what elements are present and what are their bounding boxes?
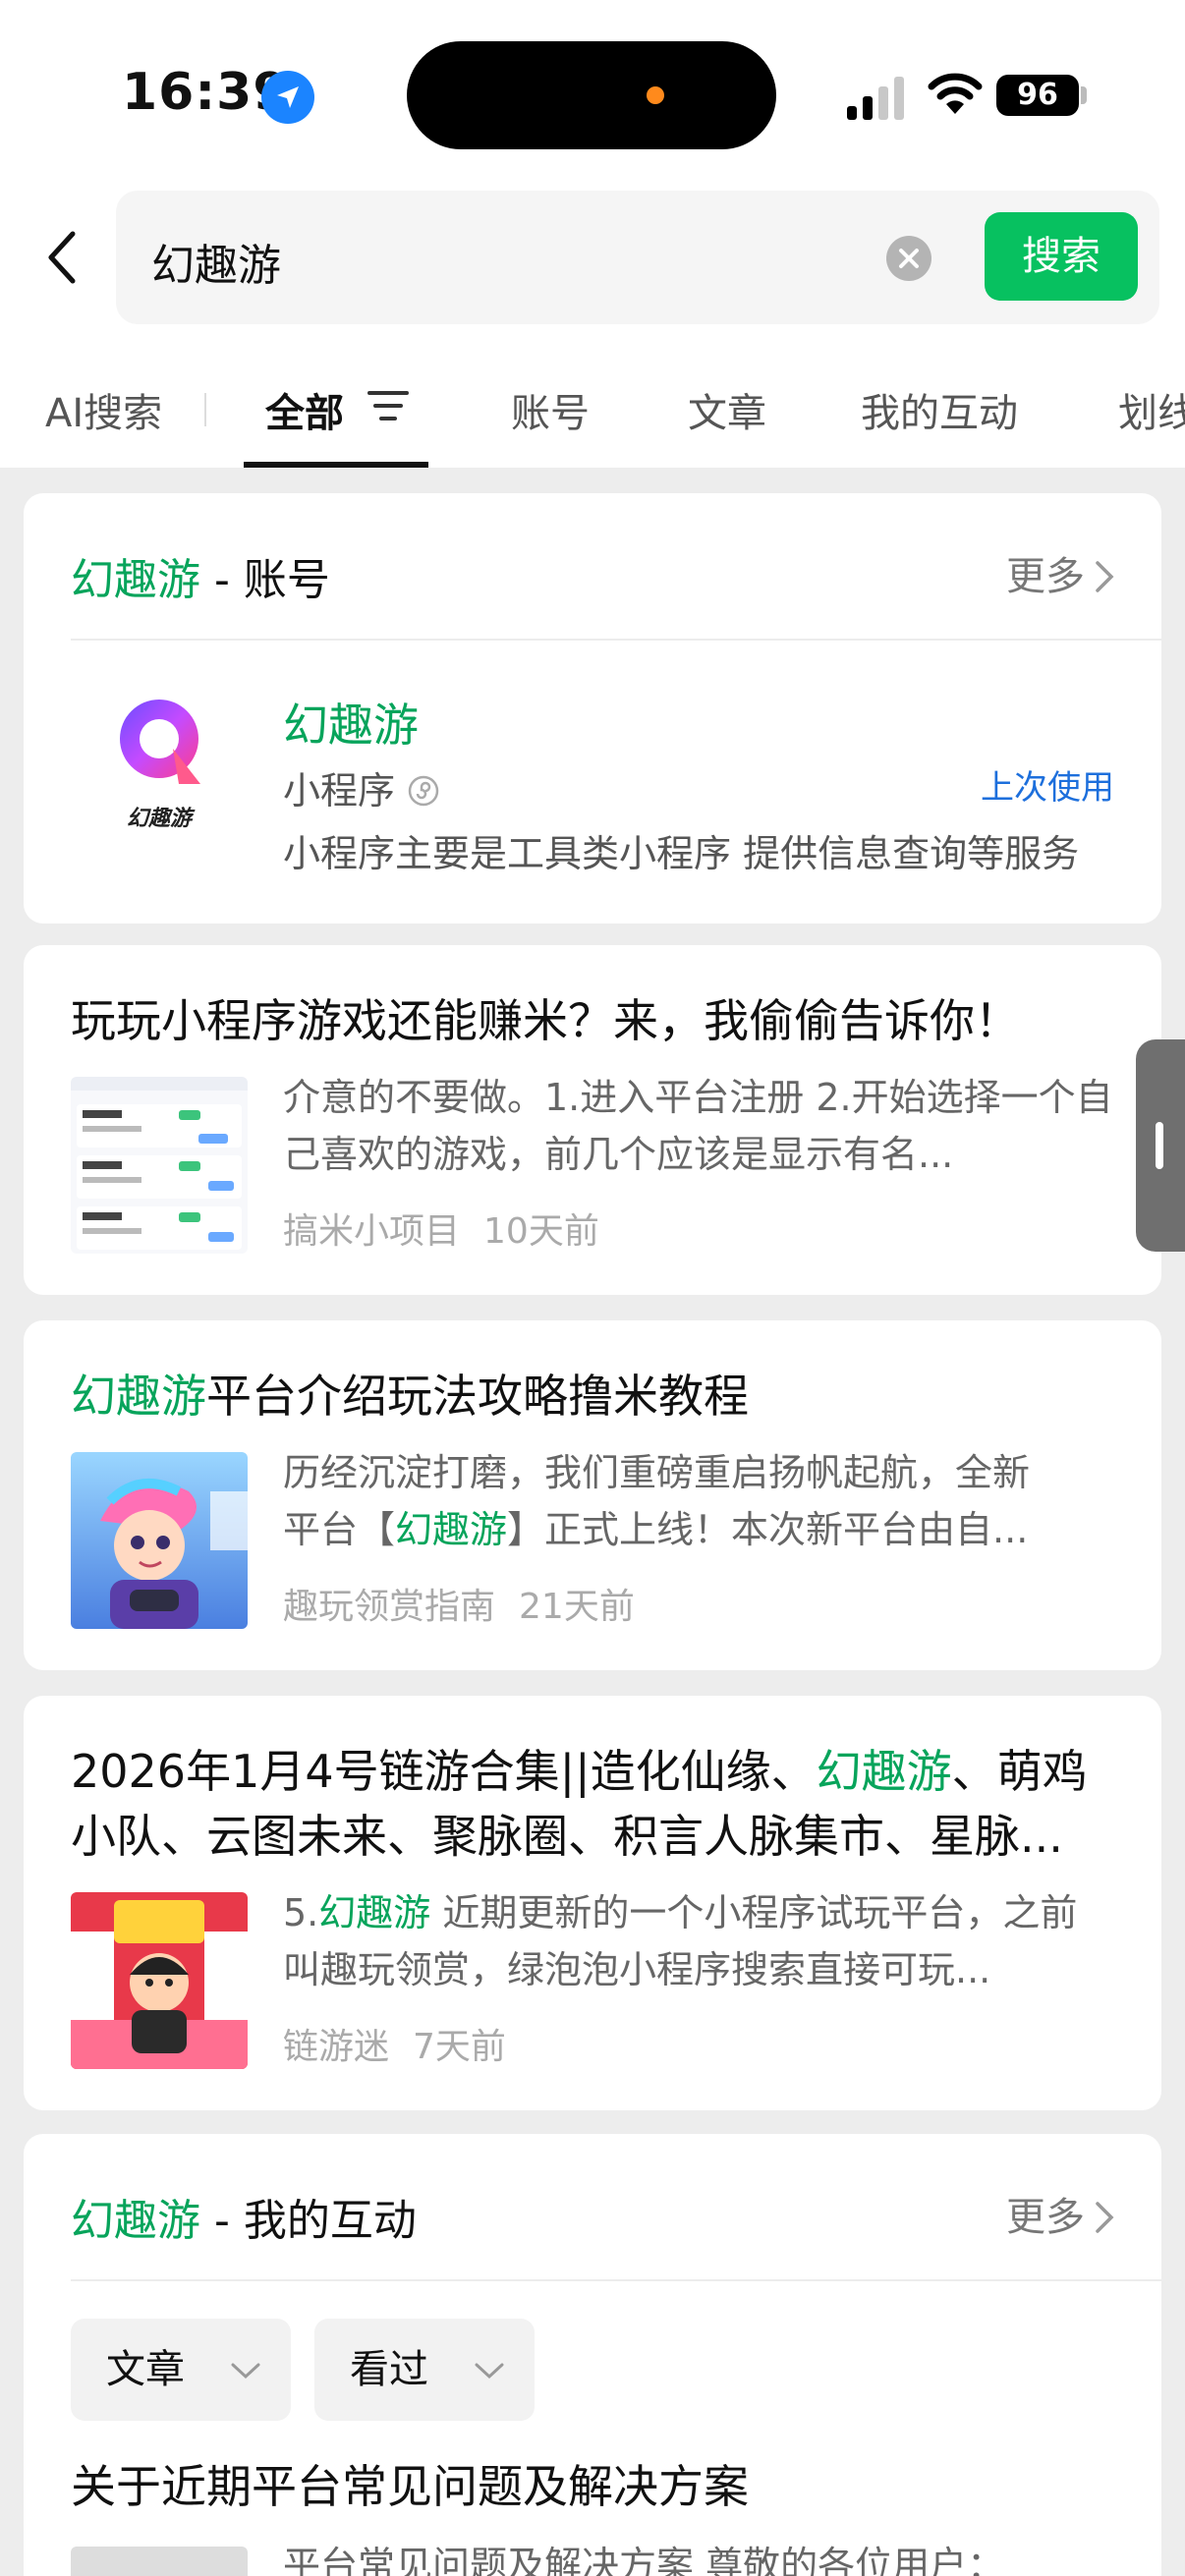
article-title: 2026年1月4号链游合集||造化仙缘、幻趣游、萌鸡小队、云图未来、聚脉圈、积言… bbox=[71, 1745, 1088, 1863]
chevron-right-icon bbox=[1096, 561, 1114, 592]
interaction-article-snippet: 平台常见问题及解决方案 尊敬的各位用户： bbox=[283, 2544, 1005, 2576]
article-card[interactable]: 2026年1月4号链游合集||造化仙缘、幻趣游、萌鸡小队、云图未来、聚脉圈、积言… bbox=[24, 1696, 1161, 2110]
action-filter-dropdown[interactable]: 看过 bbox=[314, 2319, 535, 2421]
article-source: 链游迷 bbox=[283, 2027, 390, 2067]
logo-text: 幻趣游 bbox=[127, 807, 196, 831]
battery-indicator: 96 bbox=[996, 75, 1079, 116]
mini-program-icon bbox=[408, 775, 439, 807]
dynamic-island bbox=[407, 41, 776, 149]
article-time: 7天前 bbox=[413, 2027, 506, 2067]
interaction-section-title: 幻趣游 - 我的互动 bbox=[71, 2196, 417, 2246]
article-title: 玩玩小程序游戏还能赚米？来，我偷偷告诉你！ bbox=[71, 994, 1020, 1047]
article-snippet: 历经沉淀打磨，我们重磅重启扬帆起航，全新 平台【幻趣游】正式上线！本次新平台由自.… bbox=[283, 1451, 1031, 1551]
interaction-card: 幻趣游 - 我的互动 更多 文章 看过 关于近期平台常见问题及解决方案 平台常见… bbox=[24, 2134, 1161, 2576]
article-time: 10天前 bbox=[483, 1211, 599, 1252]
article-snippet: 介意的不要做。1.进入平台注册 2.开始选择一个自己喜欢的游戏，前几个应该是显示… bbox=[283, 1076, 1113, 1176]
location-icon bbox=[261, 71, 314, 124]
tab-ai-search[interactable]: AI搜索 bbox=[45, 381, 162, 438]
article-thumbnail bbox=[71, 1452, 248, 1629]
article-snippet: 5.幻趣游 近期更新的一个小程序试玩平台，之前叫趣玩领赏，绿泡泡小程序搜索直接可… bbox=[283, 1891, 1078, 1991]
article-meta: 链游迷 7天前 bbox=[283, 2018, 506, 2069]
tab-highlights[interactable]: 划线 bbox=[1118, 381, 1185, 438]
article-meta: 搞米小项目 10天前 bbox=[283, 1203, 599, 1254]
last-used-badge: 上次使用 bbox=[981, 768, 1114, 808]
clear-icon[interactable] bbox=[886, 236, 931, 281]
article-meta: 趣玩领赏指南 21天前 bbox=[283, 1578, 635, 1629]
article-card[interactable]: 幻趣游平台介绍玩法攻略撸米教程 历经沉淀打磨，我们重磅重启扬帆起航，全新 平台【幻… bbox=[24, 1320, 1161, 1670]
battery-cap bbox=[1081, 86, 1087, 104]
chevron-right-icon bbox=[1096, 2202, 1114, 2233]
active-tab-indicator bbox=[244, 462, 428, 468]
back-icon[interactable] bbox=[43, 228, 83, 287]
tab-accounts[interactable]: 账号 bbox=[511, 381, 590, 438]
article-source: 趣玩领赏指南 bbox=[283, 1587, 496, 1627]
article-thumbnail bbox=[71, 2547, 248, 2576]
account-section-title: 幻趣游 - 账号 bbox=[71, 555, 330, 605]
privacy-dot bbox=[647, 86, 664, 104]
article-title: 幻趣游平台介绍玩法攻略撸米教程 bbox=[71, 1370, 749, 1423]
filter-icon[interactable] bbox=[367, 389, 409, 422]
search-button[interactable]: 搜索 bbox=[985, 212, 1138, 301]
wifi-icon bbox=[928, 73, 983, 114]
tab-separator bbox=[204, 393, 206, 426]
chevron-down-icon bbox=[475, 2363, 504, 2380]
interaction-article-title[interactable]: 关于近期平台常见问题及解决方案 bbox=[71, 2454, 1114, 2519]
account-name[interactable]: 幻趣游 bbox=[283, 690, 419, 755]
top-area: 16:39 96 幻趣游 搜索 AI搜索 全部 账号 文章 我的互动 划线 bbox=[0, 0, 1185, 468]
tab-bar: AI搜索 全部 账号 文章 我的互动 划线 bbox=[0, 364, 1185, 468]
article-card[interactable]: 玩玩小程序游戏还能赚米？来，我偷偷告诉你！ 介意的不要做。1.进入平台注册 2.… bbox=[24, 945, 1161, 1295]
interaction-more-link[interactable]: 更多 bbox=[1006, 2185, 1114, 2242]
type-filter-dropdown[interactable]: 文章 bbox=[71, 2319, 291, 2421]
mini-program-logo[interactable]: 幻趣游 bbox=[94, 690, 232, 837]
account-type: 小程序 bbox=[283, 760, 440, 814]
account-more-link[interactable]: 更多 bbox=[1006, 544, 1114, 601]
article-thumbnail bbox=[71, 1077, 248, 1254]
handle-grip bbox=[1156, 1122, 1163, 1169]
tab-all[interactable]: 全部 bbox=[265, 381, 344, 438]
cellular-signal-icon bbox=[847, 77, 904, 120]
tab-my-interactions[interactable]: 我的互动 bbox=[861, 381, 1018, 438]
divider bbox=[71, 639, 1161, 641]
article-time: 21天前 bbox=[519, 1587, 635, 1627]
tab-articles[interactable]: 文章 bbox=[688, 381, 766, 438]
article-source: 搞米小项目 bbox=[283, 1211, 461, 1252]
account-description: 小程序主要是工具类小程序 提供信息查询等服务 bbox=[283, 832, 1080, 875]
chevron-down-icon bbox=[231, 2363, 260, 2380]
account-card: 幻趣游 - 账号 更多 幻趣游 幻趣游 小程序 上次使用 小程序主要是工具类小程… bbox=[24, 493, 1161, 924]
divider bbox=[71, 2279, 1161, 2281]
article-thumbnail bbox=[71, 1892, 248, 2069]
search-query[interactable]: 幻趣游 bbox=[151, 230, 281, 293]
floating-side-handle[interactable] bbox=[1136, 1039, 1185, 1252]
